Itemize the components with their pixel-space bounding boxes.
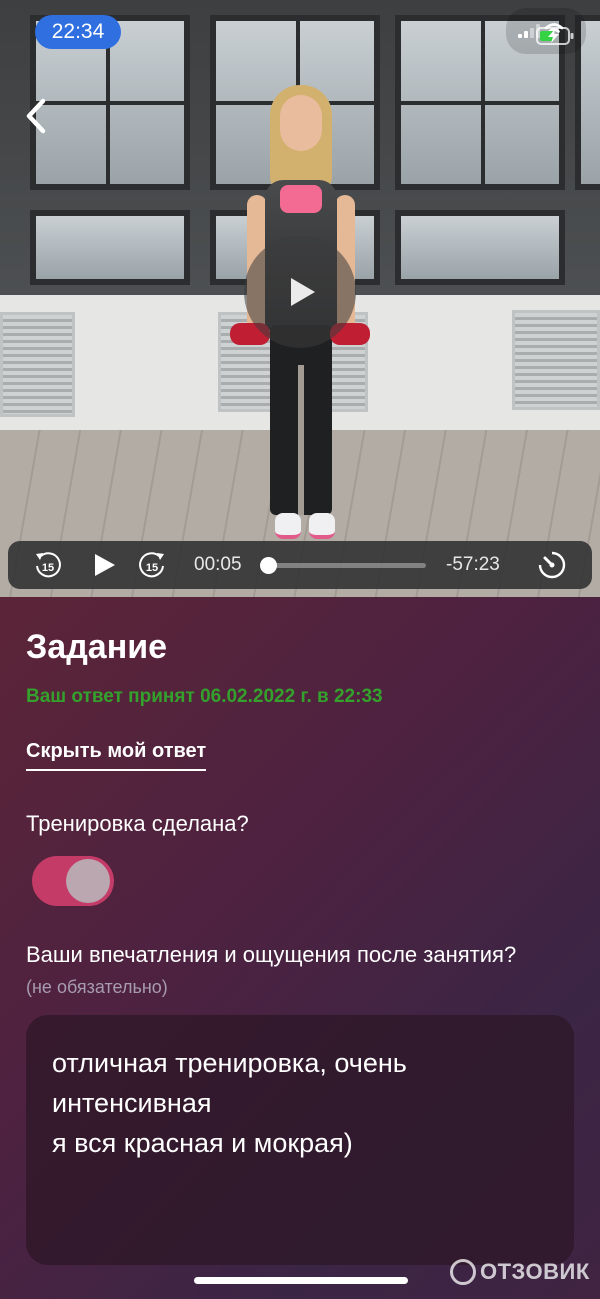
impressions-question-text: Ваши впечатления и ощущения после заняти… — [26, 942, 517, 967]
chevron-left-icon — [26, 98, 46, 134]
current-time: 00:05 — [194, 554, 242, 575]
optional-hint: (не обязательно) — [26, 977, 168, 997]
play-overlay-button[interactable] — [244, 236, 356, 348]
player-controls: 15 15 00:05 -57:23 — [8, 541, 592, 589]
forward-15-button[interactable]: 15 — [136, 549, 168, 581]
answer-textarea[interactable]: отличная тренировка, очень интенсивная я… — [26, 1015, 574, 1265]
hide-answer-link[interactable]: Скрыть мой ответ — [26, 740, 207, 771]
rewind-15-button[interactable]: 15 — [32, 549, 64, 581]
answer-line: отличная тренировка, очень — [52, 1048, 407, 1078]
watermark-text: ОТЗОВИК — [480, 1259, 590, 1284]
speed-gauge-icon — [538, 551, 566, 579]
watermark: ОТЗОВИК — [450, 1256, 590, 1288]
progress-slider[interactable] — [260, 557, 426, 574]
home-indicator[interactable] — [194, 1277, 408, 1284]
video-vent — [512, 310, 600, 410]
forward-seconds-label: 15 — [146, 562, 158, 574]
remaining-time: -57:23 — [446, 554, 500, 575]
rewind-icon: 15 — [36, 552, 61, 578]
play-icon — [95, 554, 115, 576]
video-player[interactable] — [0, 0, 600, 597]
playback-speed-button[interactable] — [536, 549, 568, 581]
video-window — [30, 210, 190, 285]
rewind-seconds-label: 15 — [42, 562, 54, 574]
forward-icon: 15 — [139, 552, 164, 578]
workout-done-toggle[interactable] — [32, 856, 114, 906]
answer-accepted-status: Ваш ответ принят 06.02.2022 г. в 22:33 — [26, 686, 383, 707]
battery-charging-icon — [536, 27, 574, 45]
progress-knob[interactable] — [260, 557, 278, 574]
answer-line: интенсивная — [52, 1088, 212, 1118]
status-time: 22:34 — [35, 15, 121, 49]
watermark-logo-icon — [450, 1259, 476, 1285]
video-window — [395, 210, 565, 285]
play-icon — [291, 278, 315, 306]
impressions-question: Ваши впечатления и ощущения после заняти… — [26, 939, 546, 1003]
toggle-thumb — [66, 859, 110, 903]
page-title: Задание — [26, 628, 168, 666]
workout-done-question: Тренировка сделана? — [26, 811, 249, 836]
video-vent — [0, 312, 75, 417]
back-button[interactable] — [18, 96, 58, 136]
answer-line: я вся красная и мокрая) — [52, 1128, 353, 1158]
play-button[interactable] — [88, 549, 120, 581]
